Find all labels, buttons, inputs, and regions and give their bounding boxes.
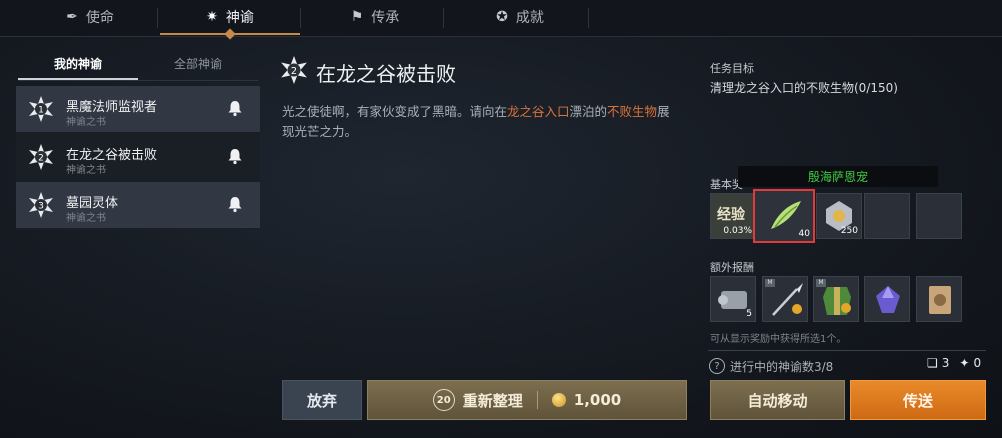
reward-slot-leaf[interactable]: 40	[753, 189, 815, 243]
extra-slot-armor[interactable]: M	[813, 276, 859, 322]
location-link: 龙之谷入口	[507, 104, 570, 119]
desc-text: 漂泊的	[569, 104, 608, 119]
subtab-active-line	[18, 78, 138, 80]
leaf-icon	[771, 201, 801, 229]
slot-qty: 0.03%	[723, 226, 752, 236]
tab-achievement[interactable]: ✪ 成就	[470, 0, 570, 34]
scroll-icon: ✒	[66, 9, 78, 25]
auto-move-label: 自动移动	[747, 391, 808, 410]
extra-slot-gem[interactable]	[864, 276, 910, 322]
flag-icon: ⚑	[350, 9, 364, 25]
desc-text: 光之使徒啊，有家伙变成了黑暗。请向在	[282, 104, 508, 119]
oracle-badge-icon: 3	[29, 192, 53, 218]
tab-mission[interactable]: ✒ 使命	[40, 0, 140, 34]
reward-slot-empty	[864, 193, 910, 239]
reward-slot-empty	[916, 193, 962, 239]
quest-badge-icon: 2	[281, 56, 307, 84]
slot-qty: 40	[798, 229, 810, 239]
subtab-my-oracles[interactable]: 我的神谕	[18, 50, 138, 76]
svg-text:1: 1	[38, 106, 44, 116]
reward-slot-exp[interactable]: 经验 0.03%	[710, 193, 756, 239]
oracle-list-item[interactable]: 1 黑魔法师监视者 神谕之书	[16, 86, 260, 132]
oracle-list-item[interactable]: 2 在龙之谷被击败 神谕之书	[16, 134, 260, 180]
gold-coin-icon	[551, 393, 566, 407]
abandon-button[interactable]: 放弃	[282, 380, 362, 420]
extra-slot-spear[interactable]: M	[762, 276, 808, 322]
subtab-label: 我的神谕	[53, 56, 102, 71]
objective-text: 清理龙之谷入口的不败生物(0/150)	[710, 81, 898, 95]
svg-text:3: 3	[38, 202, 44, 212]
purple-gem-icon	[876, 286, 900, 313]
subtab-label: 全部神谕	[173, 56, 222, 71]
tab-mission-label: 使命	[85, 10, 114, 26]
right-divider	[708, 350, 986, 351]
item-tooltip: 殷海萨恩宠	[738, 166, 938, 187]
book-count: 3	[941, 356, 950, 370]
tab-inheritance-label: 传承	[371, 10, 400, 26]
objective-label: 任务目标	[710, 62, 754, 75]
teleport-button[interactable]: 传送	[850, 380, 986, 420]
reorganize-cost: 1,000	[573, 391, 622, 409]
svg-text:2: 2	[291, 66, 297, 77]
oracle-badge-icon: 1	[29, 96, 53, 122]
star-icon: ✦	[959, 356, 970, 370]
tab-oracle-label: 神谕	[225, 10, 254, 26]
extra-reward-label: 额外报酬	[710, 261, 754, 274]
subtab-all-oracles[interactable]: 全部神谕	[138, 50, 258, 76]
quest-description: 光之使徒啊，有家伙变成了黑暗。请向在龙之谷入口漂泊的不败生物展现光芒之力。	[282, 102, 682, 142]
subtab-divider	[18, 80, 258, 81]
reorganize-button[interactable]: 20 重新整理 1,000	[367, 380, 687, 420]
tab-inheritance[interactable]: ⚑ 传承	[325, 0, 425, 34]
tab-achievement-label: 成就	[515, 10, 544, 26]
target-link: 不败生物	[607, 104, 658, 119]
armor-icon	[823, 287, 851, 315]
quest-title: 在龙之谷被击败	[316, 62, 456, 86]
extra-slot-parchment[interactable]	[916, 276, 962, 322]
slot-qty: 250	[840, 226, 858, 236]
bell-icon[interactable]	[226, 99, 244, 117]
extra-slot-scroll[interactable]: 5	[710, 276, 756, 322]
tab-separator	[300, 8, 301, 28]
star-count: 0	[973, 356, 982, 370]
svg-text:2: 2	[38, 154, 44, 164]
button-divider	[536, 391, 538, 409]
book-icon: ❏	[927, 356, 938, 370]
auto-move-button[interactable]: 自动移动	[710, 380, 845, 420]
tab-separator	[157, 8, 158, 28]
parchment-icon	[929, 286, 951, 314]
oracle-item-subtitle: 神谕之书	[66, 165, 106, 176]
currency-counts: ❏ 3 ✦ 0	[927, 356, 981, 370]
reorganize-label: 重新整理	[462, 391, 523, 410]
teleport-label: 传送	[902, 391, 933, 410]
slot-qty: 5	[746, 309, 752, 319]
bell-icon[interactable]	[226, 195, 244, 213]
oracle-item-subtitle: 神谕之书	[66, 117, 106, 128]
help-icon[interactable]: ?	[709, 358, 725, 374]
tab-separator	[588, 8, 589, 28]
oracle-badge-icon: 2	[29, 144, 53, 170]
active-oracle-count: 进行中的神谕数3/8	[730, 360, 834, 374]
exp-icon: 经验	[717, 207, 745, 223]
spear-icon	[772, 283, 803, 316]
oracle-item-subtitle: 神谕之书	[66, 213, 106, 224]
reroll-count-icon: 20	[432, 389, 455, 411]
oracle-list-item[interactable]: 3 墓园灵体 神谕之书	[16, 182, 260, 228]
abandon-label: 放弃	[306, 391, 337, 410]
tab-separator	[443, 8, 444, 28]
oracle-star-icon: ✷	[206, 9, 218, 25]
reward-note: 可从显示奖励中获得所选1个。	[710, 334, 847, 345]
medal-icon: ✪	[496, 9, 508, 25]
reward-slot-crystal[interactable]: 250	[816, 193, 862, 239]
bell-icon[interactable]	[226, 147, 244, 165]
